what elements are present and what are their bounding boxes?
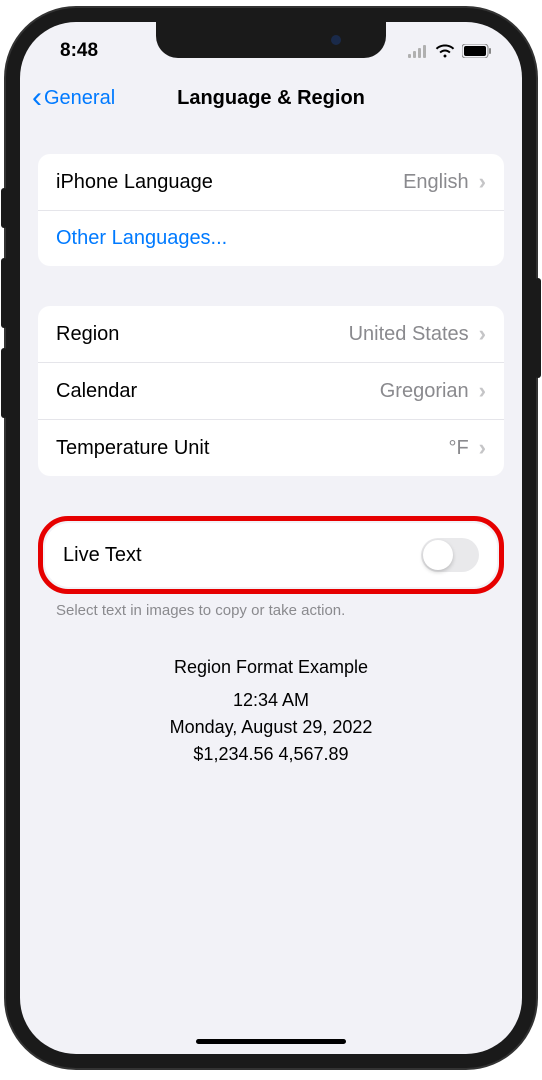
side-button [1, 188, 7, 228]
notch [156, 22, 386, 58]
status-right [408, 44, 492, 58]
example-title: Region Format Example [38, 654, 504, 681]
live-text-group: Live Text [45, 523, 497, 587]
status-time: 8:48 [60, 40, 98, 62]
row-label: Region [56, 323, 349, 346]
highlighted-section: Live Text [38, 516, 504, 594]
volume-up-button [1, 258, 7, 328]
back-label: General [44, 87, 115, 110]
battery-icon [462, 44, 492, 58]
power-button [535, 278, 541, 378]
cellular-signal-icon [408, 45, 428, 58]
row-label: Live Text [63, 544, 421, 567]
page-title: Language & Region [177, 87, 365, 110]
content-area: iPhone Language English › Other Language… [20, 154, 522, 768]
chevron-left-icon: ‹ [32, 83, 42, 113]
row-value: °F [448, 437, 468, 460]
home-indicator[interactable] [196, 1039, 346, 1044]
chevron-right-icon: › [479, 321, 486, 347]
chevron-right-icon: › [479, 435, 486, 461]
navigation-bar: ‹ General Language & Region [20, 72, 522, 124]
chevron-right-icon: › [479, 378, 486, 404]
chevron-right-icon: › [479, 169, 486, 195]
live-text-toggle[interactable] [421, 538, 479, 572]
temperature-unit-row[interactable]: Temperature Unit °F › [38, 420, 504, 476]
live-text-row[interactable]: Live Text [45, 523, 497, 587]
toggle-knob [423, 540, 453, 570]
screen: 8:48 ‹ General Language & Region [20, 22, 522, 1054]
calendar-row[interactable]: Calendar Gregorian › [38, 363, 504, 420]
row-label: iPhone Language [56, 171, 403, 194]
language-group: iPhone Language English › Other Language… [38, 154, 504, 266]
wifi-icon [435, 44, 455, 58]
row-label: Temperature Unit [56, 437, 448, 460]
iphone-language-row[interactable]: iPhone Language English › [38, 154, 504, 211]
example-numbers: $1,234.56 4,567.89 [38, 741, 504, 768]
region-format-example: Region Format Example 12:34 AM Monday, A… [38, 654, 504, 768]
back-button[interactable]: ‹ General [32, 83, 115, 113]
front-camera [331, 35, 341, 45]
region-row[interactable]: Region United States › [38, 306, 504, 363]
example-time: 12:34 AM [38, 687, 504, 714]
live-text-description: Select text in images to copy or take ac… [38, 594, 504, 619]
row-value: English [403, 171, 469, 194]
region-group: Region United States › Calendar Gregoria… [38, 306, 504, 476]
example-date: Monday, August 29, 2022 [38, 714, 504, 741]
row-value: Gregorian [380, 380, 469, 403]
phone-frame: 8:48 ‹ General Language & Region [6, 8, 536, 1068]
row-value: United States [349, 323, 469, 346]
row-label: Calendar [56, 380, 380, 403]
row-label: Other Languages... [56, 227, 486, 250]
other-languages-row[interactable]: Other Languages... [38, 211, 504, 266]
volume-down-button [1, 348, 7, 418]
